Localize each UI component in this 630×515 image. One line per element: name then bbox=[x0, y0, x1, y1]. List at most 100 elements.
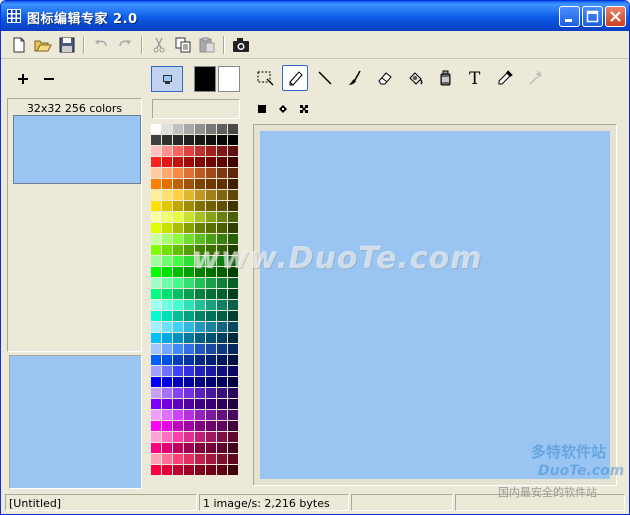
color-picker-tool[interactable] bbox=[492, 65, 518, 91]
palette-swatch[interactable] bbox=[228, 432, 238, 442]
new-button[interactable] bbox=[9, 35, 29, 55]
line-tool[interactable] bbox=[312, 65, 338, 91]
palette-swatch[interactable] bbox=[162, 300, 172, 310]
brush-tool[interactable] bbox=[342, 65, 368, 91]
palette-swatch[interactable] bbox=[162, 432, 172, 442]
brush-size-square[interactable] bbox=[255, 102, 269, 116]
palette-swatch[interactable] bbox=[173, 300, 183, 310]
cut-button[interactable] bbox=[149, 35, 169, 55]
palette-swatch[interactable] bbox=[173, 234, 183, 244]
palette-swatch[interactable] bbox=[184, 355, 194, 365]
palette-swatch[interactable] bbox=[184, 410, 194, 420]
palette-swatch[interactable] bbox=[184, 322, 194, 332]
foreground-color-swatch[interactable] bbox=[194, 66, 216, 92]
palette-swatch[interactable] bbox=[151, 278, 161, 288]
palette-swatch[interactable] bbox=[228, 311, 238, 321]
palette-swatch[interactable] bbox=[151, 179, 161, 189]
palette-swatch[interactable] bbox=[206, 157, 216, 167]
palette-swatch[interactable] bbox=[184, 388, 194, 398]
palette-swatch[interactable] bbox=[162, 399, 172, 409]
palette-swatch[interactable] bbox=[151, 135, 161, 145]
palette-swatch[interactable] bbox=[217, 179, 227, 189]
palette-swatch[interactable] bbox=[173, 124, 183, 134]
palette-swatch[interactable] bbox=[217, 223, 227, 233]
palette-swatch[interactable] bbox=[206, 421, 216, 431]
palette-swatch[interactable] bbox=[151, 124, 161, 134]
palette-swatch[interactable] bbox=[228, 322, 238, 332]
palette-swatch[interactable] bbox=[162, 289, 172, 299]
palette-swatch[interactable] bbox=[184, 135, 194, 145]
palette-swatch[interactable] bbox=[173, 190, 183, 200]
palette-swatch[interactable] bbox=[151, 256, 161, 266]
palette-swatch[interactable] bbox=[217, 443, 227, 453]
palette-swatch[interactable] bbox=[173, 223, 183, 233]
palette-swatch[interactable] bbox=[206, 344, 216, 354]
palette-swatch[interactable] bbox=[151, 454, 161, 464]
palette-swatch[interactable] bbox=[228, 454, 238, 464]
palette-swatch[interactable] bbox=[173, 245, 183, 255]
paste-button[interactable] bbox=[197, 35, 217, 55]
palette-swatch[interactable] bbox=[195, 201, 205, 211]
palette-swatch[interactable] bbox=[195, 322, 205, 332]
save-button[interactable] bbox=[57, 35, 77, 55]
palette-swatch[interactable] bbox=[162, 388, 172, 398]
palette-swatch[interactable] bbox=[151, 443, 161, 453]
palette-swatch[interactable] bbox=[195, 388, 205, 398]
palette-swatch[interactable] bbox=[151, 465, 161, 475]
palette-swatch[interactable] bbox=[217, 366, 227, 376]
palette-swatch[interactable] bbox=[228, 355, 238, 365]
palette-swatch[interactable] bbox=[206, 146, 216, 156]
palette-swatch[interactable] bbox=[206, 322, 216, 332]
palette-swatch[interactable] bbox=[217, 333, 227, 343]
brush-size-cross[interactable] bbox=[297, 102, 311, 116]
palette-swatch[interactable] bbox=[184, 454, 194, 464]
palette-swatch[interactable] bbox=[228, 278, 238, 288]
palette-swatch[interactable] bbox=[228, 223, 238, 233]
palette-swatch[interactable] bbox=[195, 410, 205, 420]
palette-swatch[interactable] bbox=[217, 146, 227, 156]
palette-swatch[interactable] bbox=[151, 245, 161, 255]
palette-swatch[interactable] bbox=[162, 267, 172, 277]
palette-swatch[interactable] bbox=[151, 333, 161, 343]
palette-swatch[interactable] bbox=[184, 443, 194, 453]
palette-swatch[interactable] bbox=[206, 168, 216, 178]
palette-swatch[interactable] bbox=[195, 278, 205, 288]
palette-swatch[interactable] bbox=[206, 443, 216, 453]
palette-swatch[interactable] bbox=[184, 278, 194, 288]
palette-swatch[interactable] bbox=[151, 223, 161, 233]
palette-swatch[interactable] bbox=[206, 135, 216, 145]
palette-swatch[interactable] bbox=[195, 366, 205, 376]
palette-swatch[interactable] bbox=[184, 311, 194, 321]
palette-swatch[interactable] bbox=[206, 355, 216, 365]
palette-swatch[interactable] bbox=[162, 421, 172, 431]
palette-swatch[interactable] bbox=[228, 201, 238, 211]
palette-swatch[interactable] bbox=[228, 399, 238, 409]
palette-swatch[interactable] bbox=[184, 179, 194, 189]
palette-swatch[interactable] bbox=[195, 399, 205, 409]
palette-swatch[interactable] bbox=[173, 168, 183, 178]
palette-swatch[interactable] bbox=[228, 146, 238, 156]
palette-swatch[interactable] bbox=[173, 267, 183, 277]
palette-swatch[interactable] bbox=[206, 377, 216, 387]
palette-swatch[interactable] bbox=[162, 212, 172, 222]
palette-swatch[interactable] bbox=[195, 300, 205, 310]
palette-swatch[interactable] bbox=[162, 179, 172, 189]
palette-swatch[interactable] bbox=[217, 157, 227, 167]
palette-swatch[interactable] bbox=[151, 355, 161, 365]
palette-swatch[interactable] bbox=[173, 432, 183, 442]
pencil-tool[interactable] bbox=[282, 65, 308, 91]
palette-swatch[interactable] bbox=[184, 212, 194, 222]
palette-swatch[interactable] bbox=[195, 124, 205, 134]
palette-swatch[interactable] bbox=[162, 124, 172, 134]
palette-swatch[interactable] bbox=[217, 300, 227, 310]
title-bar[interactable]: 图标编辑专家 2.0 bbox=[1, 1, 629, 31]
palette-swatch[interactable] bbox=[206, 124, 216, 134]
palette-swatch[interactable] bbox=[151, 344, 161, 354]
palette-swatch[interactable] bbox=[217, 135, 227, 145]
palette-swatch[interactable] bbox=[217, 377, 227, 387]
palette-swatch[interactable] bbox=[184, 366, 194, 376]
palette-swatch[interactable] bbox=[162, 377, 172, 387]
palette-swatch[interactable] bbox=[217, 388, 227, 398]
maximize-button[interactable] bbox=[582, 6, 603, 27]
palette-swatch[interactable] bbox=[184, 421, 194, 431]
